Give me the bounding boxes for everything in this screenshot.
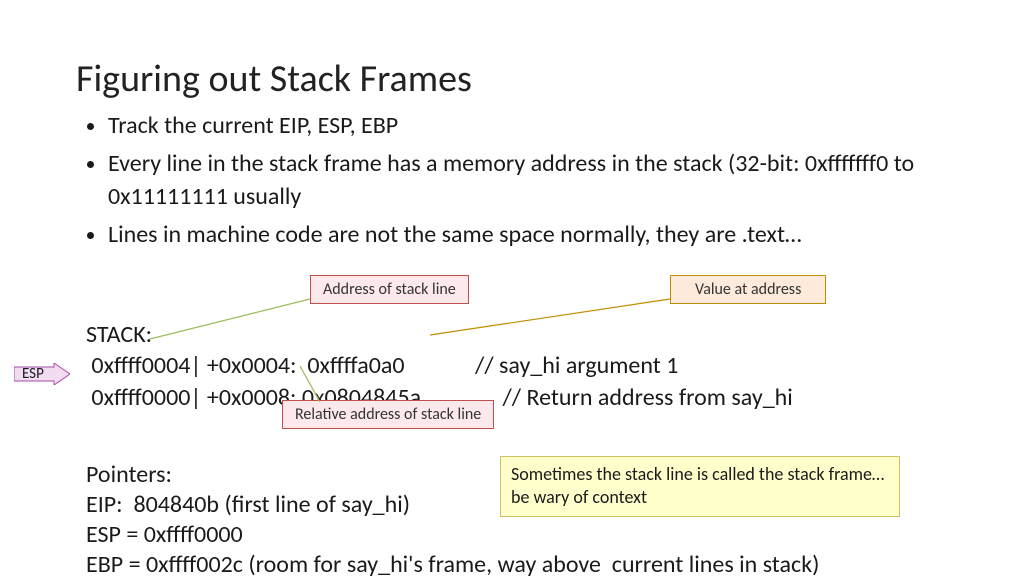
- slide: Figuring out Stack Frames Track the curr…: [0, 0, 1024, 576]
- stack-block: STACK: 0xffff0004| +0x0004: 0xffffa0a0 /…: [86, 288, 793, 413]
- page-title: Figuring out Stack Frames: [76, 56, 472, 102]
- bullet-list: Track the current EIP, ESP, EBP Every li…: [90, 110, 970, 258]
- bullet-item: Every line in the stack frame has a memo…: [108, 148, 970, 213]
- pointer-ebp: EBP = 0xffff002c (room for say_hi's fram…: [86, 550, 819, 576]
- callout-relative-address: Relative address of stack line: [282, 400, 494, 429]
- bullet-item: Lines in machine code are not the same s…: [108, 219, 970, 251]
- connector-line: [300, 366, 330, 402]
- callout-label: Relative address of stack line: [295, 405, 481, 424]
- bullet-item: Track the current EIP, ESP, EBP: [108, 110, 970, 142]
- pointers-header: Pointers:: [86, 460, 172, 489]
- esp-label: ESP: [22, 365, 44, 383]
- callout-note: Sometimes the stack line is called the s…: [500, 456, 900, 517]
- stack-line: 0xffff0004| +0x0004: 0xffffa0a0 // say_h…: [86, 351, 678, 380]
- esp-pointer-arrow: ESP: [14, 363, 64, 385]
- stack-header: STACK:: [86, 320, 152, 349]
- pointer-eip: EIP: 804840b (first line of say_hi): [86, 490, 410, 519]
- note-text: Sometimes the stack line is called the s…: [511, 463, 884, 508]
- pointer-esp: ESP = 0xffff0000: [86, 520, 243, 549]
